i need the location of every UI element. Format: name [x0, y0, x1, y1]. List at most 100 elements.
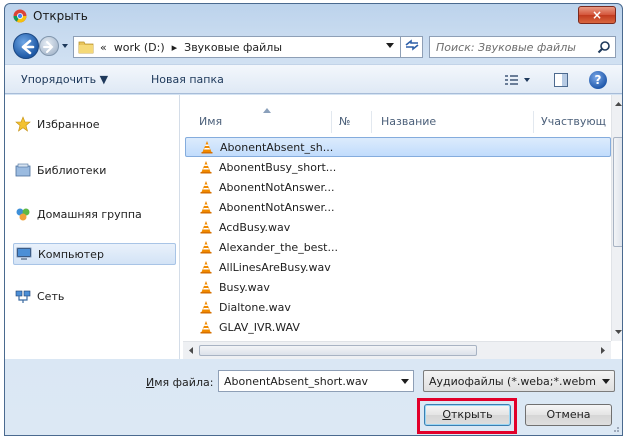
back-button[interactable]	[13, 33, 39, 59]
close-icon: ×	[591, 8, 603, 22]
scroll-down-icon[interactable]	[613, 327, 623, 337]
file-name: AcdBusy.wav	[219, 220, 291, 234]
refresh-icon	[405, 39, 418, 51]
breadcrumb-drive[interactable]: work (D:)	[114, 41, 165, 54]
file-name: GLAV_IVR.WAV	[219, 320, 300, 334]
scroll-left-icon[interactable]	[186, 345, 196, 356]
file-row[interactable]: AbonentBusy_short...	[185, 157, 611, 177]
file-name: Alexander_the_best...	[219, 240, 338, 254]
vlc-cone-icon	[201, 141, 213, 154]
chevron-down-icon[interactable]	[602, 376, 610, 386]
file-name: AllLinesAreBusy.wav	[219, 260, 331, 274]
file-row[interactable]: GLAV_IVR.WAV	[185, 317, 611, 337]
horizontal-scroll-thumb[interactable]	[199, 345, 477, 356]
sort-ascending-icon	[263, 108, 271, 113]
sidebar-item-label: Библиотеки	[37, 163, 107, 177]
forward-button[interactable]	[39, 36, 59, 56]
title-bar: Открыть ×	[5, 4, 622, 28]
chrome-icon	[13, 9, 27, 23]
sidebar-item-computer[interactable]: Компьютер	[13, 243, 176, 265]
open-label: ткрыть	[451, 408, 493, 421]
vlc-cone-icon	[200, 321, 212, 334]
breadcrumb-separator[interactable]: ▸	[172, 41, 178, 54]
vertical-scrollbar[interactable]	[611, 95, 623, 341]
address-breadcrumb: « work (D:) ▸ Звуковые файлы	[100, 41, 282, 54]
new-folder-button[interactable]: Новая папка	[151, 73, 224, 86]
search-input[interactable]: Поиск: Звуковые файлы	[436, 41, 576, 54]
folder-icon	[78, 41, 94, 54]
file-name: Busy.wav	[219, 280, 270, 294]
navigation-pane[interactable]: Избранное Библиотеки Домашняя группа Ком…	[5, 95, 180, 359]
help-button[interactable]: ?	[589, 71, 607, 89]
preview-pane-icon[interactable]	[553, 72, 569, 88]
filename-combobox[interactable]: AbonentAbsent_short.wav	[218, 370, 414, 392]
file-row[interactable]: AllLinesAreBusy.wav	[185, 257, 611, 277]
file-row[interactable]: Dialtone.wav	[185, 297, 611, 317]
recent-pages-dropdown-icon[interactable]	[60, 41, 70, 51]
address-bar[interactable]: « work (D:) ▸ Звуковые файлы	[73, 36, 401, 58]
filename-label: Имя файла:	[146, 376, 213, 389]
resize-grip-icon[interactable]	[610, 423, 620, 433]
scroll-up-icon[interactable]	[613, 99, 623, 109]
horizontal-scrollbar[interactable]	[183, 341, 611, 359]
filename-field[interactable]: AbonentAbsent_short.wav	[224, 375, 368, 388]
vlc-cone-icon	[200, 241, 212, 254]
sidebar-item-favorites[interactable]: Избранное	[15, 113, 175, 135]
open-file-dialog: Открыть × « work (D:) ▸ Звуковые файлы П…	[4, 3, 623, 436]
view-options-icon[interactable]	[503, 72, 533, 88]
vlc-cone-icon	[200, 201, 212, 214]
column-name[interactable]: Имя	[199, 115, 222, 128]
forward-arrow-icon	[43, 41, 54, 53]
vlc-cone-icon	[200, 221, 212, 234]
breadcrumb-overflow[interactable]: «	[100, 41, 107, 54]
close-button[interactable]: ×	[578, 6, 616, 24]
scroll-right-icon[interactable]	[598, 345, 608, 356]
column-header-row: Имя № Название Участвующ	[183, 95, 611, 135]
chevron-down-icon[interactable]	[401, 376, 409, 386]
sidebar-item-label: Избранное	[37, 117, 100, 131]
column-separator[interactable]	[371, 111, 372, 133]
file-row[interactable]: Busy.wav	[185, 277, 611, 297]
column-number[interactable]: №	[339, 115, 350, 128]
file-name: Dialtone.wav	[219, 300, 291, 314]
vlc-cone-icon	[200, 181, 212, 194]
vlc-cone-icon	[200, 161, 212, 174]
main-area: Избранное Библиотеки Домашняя группа Ком…	[5, 95, 622, 359]
chevron-down-icon[interactable]	[386, 43, 394, 49]
file-row[interactable]: AbonentNotAnswer...	[185, 177, 611, 197]
organize-button[interactable]: Упорядочить ▼	[21, 73, 108, 86]
back-arrow-icon	[21, 39, 35, 55]
column-title[interactable]: Название	[381, 115, 436, 128]
file-type-select[interactable]: Аудиофайлы (*.weba;*.webm;*	[423, 370, 615, 392]
sidebar-item-network[interactable]: Сеть	[15, 285, 175, 307]
library-icon	[15, 163, 31, 177]
open-button[interactable]: Открыть	[424, 404, 511, 426]
sidebar-item-homegroup[interactable]: Домашняя группа	[15, 203, 175, 225]
cancel-button[interactable]: Отмена	[525, 404, 612, 426]
vertical-scroll-thumb[interactable]	[613, 137, 622, 247]
column-separator[interactable]	[331, 111, 332, 133]
search-box[interactable]: Поиск: Звуковые файлы	[429, 36, 616, 58]
homegroup-icon	[16, 208, 30, 221]
file-row[interactable]: AbonentNotAnswer...	[185, 197, 611, 217]
command-bar: Упорядочить ▼ Новая папка ?	[5, 64, 622, 94]
vlc-cone-icon	[200, 281, 212, 294]
file-list[interactable]: Имя № Название Участвующ AbonentAbsent_s…	[183, 95, 611, 359]
filename-label-accesskey: И	[146, 376, 155, 389]
sidebar-item-label: Сеть	[37, 289, 65, 303]
column-separator[interactable]	[533, 111, 534, 133]
file-row[interactable]: AbonentAbsent_sh...	[185, 137, 611, 157]
sidebar-item-libraries[interactable]: Библиотеки	[15, 159, 175, 181]
search-icon[interactable]	[597, 40, 611, 54]
file-name: AbonentNotAnswer...	[219, 180, 335, 194]
column-artists[interactable]: Участвующ	[541, 115, 606, 128]
filename-label-text: мя файла:	[154, 376, 214, 389]
file-row[interactable]: AcdBusy.wav	[185, 217, 611, 237]
file-name: AbonentBusy_short...	[219, 160, 337, 174]
file-name: AbonentAbsent_sh...	[220, 140, 334, 154]
breadcrumb-folder[interactable]: Звуковые файлы	[184, 41, 282, 54]
vlc-cone-icon	[200, 301, 212, 314]
file-name: AbonentNotAnswer...	[219, 200, 335, 214]
refresh-button[interactable]	[401, 36, 423, 58]
file-row[interactable]: Alexander_the_best...	[185, 237, 611, 257]
